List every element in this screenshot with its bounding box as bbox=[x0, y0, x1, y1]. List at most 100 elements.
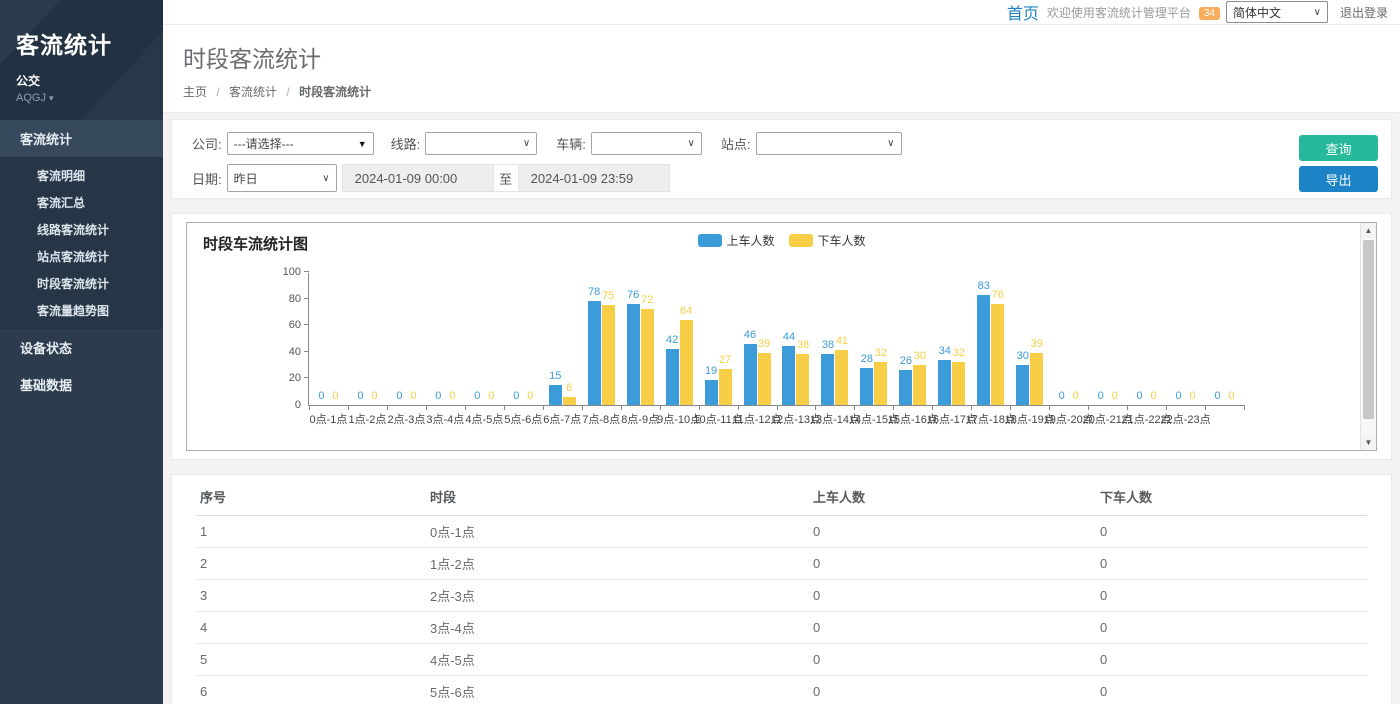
table-cell: 5 bbox=[196, 644, 426, 676]
breadcrumb-separator: / bbox=[286, 85, 289, 99]
home-link[interactable]: 首页 bbox=[1007, 0, 1039, 24]
company-select[interactable]: ---请选择--- ▼ bbox=[227, 132, 374, 155]
date-end-input[interactable]: 2024-01-09 23:59 bbox=[518, 164, 670, 192]
scrollbar-up-arrow[interactable]: ▲ bbox=[1361, 223, 1376, 238]
table-cell: 1点-2点 bbox=[426, 548, 809, 580]
date-to-label: 至 bbox=[494, 164, 518, 192]
sidebar-item-station-stats[interactable]: 站点客流统计 bbox=[0, 243, 163, 270]
bar-value-label: 72 bbox=[641, 295, 653, 306]
filter-buttons: 查询 导出 bbox=[1299, 135, 1378, 192]
date-preset-select[interactable]: 昨日 ∨ bbox=[227, 164, 337, 192]
page-title: 时段客流统计 bbox=[183, 40, 1380, 74]
bar-value-label: 26 bbox=[900, 356, 912, 367]
x-axis-label: 6点-7点 bbox=[543, 411, 581, 427]
chart-title: 时段车流统计图 bbox=[203, 233, 308, 254]
y-axis-tick bbox=[304, 324, 309, 325]
sidebar: 客流统计 公交 AQGJ ▾ 客流统计 客流明细 客流汇总 线路客流统计 站点客… bbox=[0, 0, 163, 704]
data-table-panel: 序号 时段 上车人数 下车人数 10点-1点0021点-2点0032点-3点00… bbox=[171, 474, 1392, 704]
sidebar-item-passenger-summary[interactable]: 客流汇总 bbox=[0, 189, 163, 216]
bar-value-label: 0 bbox=[1073, 391, 1079, 402]
x-axis-tick bbox=[1244, 405, 1245, 410]
station-select[interactable]: ∨ bbox=[756, 132, 902, 155]
sidebar-item-period-stats[interactable]: 时段客流统计 bbox=[0, 270, 163, 297]
user-name: AQGJ bbox=[16, 92, 46, 104]
bar-value-label: 76 bbox=[627, 290, 639, 301]
bar-value-label: 0 bbox=[410, 391, 416, 402]
user-dropdown[interactable]: AQGJ ▾ bbox=[16, 92, 147, 104]
sidebar-item-line-stats[interactable]: 线路客流统计 bbox=[0, 216, 163, 243]
bar-alighting bbox=[563, 397, 576, 405]
sidebar-item-trend-chart[interactable]: 客流量趋势图 bbox=[0, 297, 163, 324]
date-label: 日期: bbox=[192, 169, 222, 188]
bar-value-label: 0 bbox=[318, 391, 324, 402]
x-axis-label: 4点-5点 bbox=[465, 411, 503, 427]
station-label: 站点: bbox=[721, 134, 751, 153]
table-cell: 6 bbox=[196, 676, 426, 704]
x-axis-tick bbox=[738, 405, 739, 410]
vehicle-select[interactable]: ∨ bbox=[591, 132, 702, 155]
table-cell: 0 bbox=[1096, 676, 1367, 704]
chevron-down-icon: ∨ bbox=[887, 138, 894, 149]
y-axis-label: 0 bbox=[263, 399, 301, 411]
sidebar-item-passenger-stats[interactable]: 客流统计 bbox=[0, 120, 163, 158]
col-header-boarding: 上车人数 bbox=[809, 477, 1096, 516]
x-axis-tick bbox=[309, 405, 310, 410]
bar-value-label: 0 bbox=[1214, 391, 1220, 402]
bar-alighting bbox=[602, 305, 615, 405]
scrollbar-thumb[interactable] bbox=[1363, 240, 1374, 419]
bar-value-label: 76 bbox=[992, 290, 1004, 301]
chevron-down-icon: ∨ bbox=[1314, 7, 1321, 18]
bar-alighting bbox=[1030, 353, 1043, 405]
table-header-row: 序号 时段 上车人数 下车人数 bbox=[196, 477, 1367, 516]
x-axis-tick bbox=[426, 405, 427, 410]
brand-subtitle: 公交 bbox=[16, 72, 147, 89]
bar-value-label: 0 bbox=[449, 391, 455, 402]
breadcrumb-home[interactable]: 主页 bbox=[183, 85, 207, 99]
logout-link[interactable]: 退出登录 bbox=[1340, 4, 1388, 21]
sidebar-submenu: 客流明细 客流汇总 线路客流统计 站点客流统计 时段客流统计 客流量趋势图 bbox=[0, 158, 163, 329]
y-axis-tick bbox=[304, 377, 309, 378]
vehicle-label: 车辆: bbox=[556, 134, 586, 153]
bar-alighting bbox=[758, 353, 771, 405]
sidebar-item-base-data[interactable]: 基础数据 bbox=[0, 366, 163, 403]
date-preset-value: 昨日 bbox=[234, 170, 258, 187]
x-axis-tick bbox=[660, 405, 661, 410]
x-axis-tick bbox=[504, 405, 505, 410]
date-start-input[interactable]: 2024-01-09 00:00 bbox=[342, 164, 494, 192]
sidebar-item-device-status[interactable]: 设备状态 bbox=[0, 329, 163, 366]
y-axis-label: 20 bbox=[263, 372, 301, 384]
bar-value-label: 0 bbox=[1190, 391, 1196, 402]
x-axis-tick bbox=[893, 405, 894, 410]
language-value: 简体中文 bbox=[1233, 4, 1281, 21]
line-select[interactable]: ∨ bbox=[425, 132, 537, 155]
filter-row-1: 公司: ---请选择--- ▼ 线路: ∨ 车辆: ∨ 站点 bbox=[192, 132, 1391, 155]
x-axis-tick bbox=[1127, 405, 1128, 410]
query-button[interactable]: 查询 bbox=[1299, 135, 1378, 161]
scrollbar-down-arrow[interactable]: ▼ bbox=[1361, 435, 1376, 450]
x-axis-tick bbox=[699, 405, 700, 410]
bar-value-label: 6 bbox=[566, 383, 572, 394]
bar-value-label: 41 bbox=[836, 336, 848, 347]
legend-item-alighting[interactable]: 下车人数 bbox=[789, 232, 866, 249]
bar-value-label: 27 bbox=[719, 355, 731, 366]
x-axis-label: 7点-8点 bbox=[582, 411, 620, 427]
bar-alighting bbox=[835, 350, 848, 405]
sidebar-item-passenger-detail[interactable]: 客流明细 bbox=[0, 162, 163, 189]
notification-badge[interactable]: 34 bbox=[1199, 7, 1220, 20]
y-axis-tick bbox=[304, 298, 309, 299]
language-select[interactable]: 简体中文 ∨ bbox=[1226, 1, 1328, 23]
chevron-down-icon: ▾ bbox=[49, 93, 54, 103]
bar-boarding bbox=[782, 346, 795, 405]
breadcrumb-section[interactable]: 客流统计 bbox=[229, 85, 277, 99]
bar-value-label: 28 bbox=[861, 354, 873, 365]
export-button[interactable]: 导出 bbox=[1299, 166, 1378, 192]
col-header-alighting: 下车人数 bbox=[1096, 477, 1367, 516]
legend-item-boarding[interactable]: 上车人数 bbox=[697, 232, 774, 249]
x-axis-tick bbox=[1049, 405, 1050, 410]
page-heading: 时段客流统计 主页 / 客流统计 / 时段客流统计 bbox=[163, 25, 1400, 113]
x-axis-label: 8点-9点 bbox=[621, 411, 659, 427]
y-axis-tick bbox=[304, 271, 309, 272]
bar-boarding bbox=[588, 301, 601, 405]
bar-boarding bbox=[860, 368, 873, 405]
bar-value-label: 0 bbox=[396, 391, 402, 402]
